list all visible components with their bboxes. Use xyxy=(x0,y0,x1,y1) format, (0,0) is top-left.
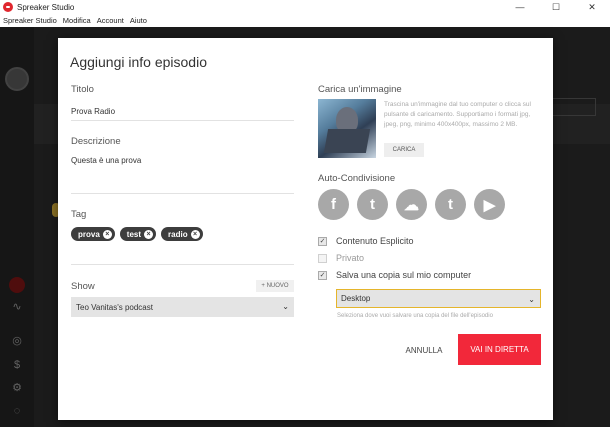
facebook-icon[interactable]: f xyxy=(318,189,349,220)
chevron-down-icon: ⌄ xyxy=(282,302,289,311)
menu-spreaker-studio[interactable]: Spreaker Studio xyxy=(3,16,57,25)
close-button[interactable]: ✕ xyxy=(574,0,610,14)
go-live-button[interactable]: VAI IN DIRETTA xyxy=(458,334,541,365)
remove-tag-icon[interactable]: × xyxy=(190,229,200,239)
tag-label: radio xyxy=(168,229,188,239)
maximize-button[interactable]: ☐ xyxy=(538,0,574,14)
menu-aiuto[interactable]: Aiuto xyxy=(130,16,147,25)
show-label: Show xyxy=(71,281,95,292)
save-copy-label: Salva una copia sul mio computer xyxy=(336,270,472,280)
episode-image-thumbnail xyxy=(318,99,376,158)
show-selected-value: Teo Vanitas's podcast xyxy=(76,302,153,312)
menu-modifica[interactable]: Modifica xyxy=(63,16,91,25)
tag-label: prova xyxy=(78,229,100,239)
cancel-button[interactable]: ANNULLA xyxy=(401,343,447,357)
explicit-option[interactable]: ✓ Contenuto Esplicito xyxy=(318,236,414,246)
social-share-buttons: f t ☁ t ▶ xyxy=(318,189,505,220)
save-copy-option[interactable]: ✓ Salva una copia sul mio computer xyxy=(318,270,471,280)
youtube-icon[interactable]: ▶ xyxy=(474,189,505,220)
private-option[interactable]: Privato xyxy=(318,253,364,263)
dialog-title: Aggiungi info episodio xyxy=(70,54,207,70)
tag-label: test xyxy=(126,229,142,239)
explicit-checkbox[interactable]: ✓ xyxy=(318,236,327,246)
upload-image-label: Carica un'immagine xyxy=(318,84,402,95)
show-select[interactable]: Teo Vanitas's podcast ⌄ xyxy=(71,297,294,317)
explicit-label: Contenuto Esplicito xyxy=(336,236,414,246)
private-checkbox[interactable] xyxy=(318,253,327,263)
save-location-value: Desktop xyxy=(341,294,371,303)
private-label: Privato xyxy=(336,253,365,263)
tag-prova: prova × xyxy=(71,227,115,241)
tags-label: Tag xyxy=(71,209,87,220)
tag-list: prova × test × radio × xyxy=(71,227,203,241)
description-label: Descrizione xyxy=(71,136,121,147)
chevron-down-icon: ⌄ xyxy=(528,295,535,304)
tags-underline xyxy=(71,264,294,265)
window-controls: — ☐ ✕ xyxy=(502,0,610,14)
title-underline xyxy=(71,120,294,121)
upload-button[interactable]: CARICA xyxy=(384,143,424,157)
spreaker-logo-icon xyxy=(3,2,13,12)
description-underline xyxy=(71,193,294,194)
save-location-select[interactable]: Desktop ⌄ xyxy=(336,289,541,308)
remove-tag-icon[interactable]: × xyxy=(144,229,154,239)
window-title: Spreaker Studio xyxy=(17,2,75,12)
tumblr-icon[interactable]: t xyxy=(435,189,466,220)
title-label: Titolo xyxy=(71,84,94,95)
episode-info-dialog: Aggiungi info episodio Titolo Prova Radi… xyxy=(58,38,553,420)
tag-test: test × xyxy=(119,227,157,241)
soundcloud-icon[interactable]: ☁ xyxy=(396,189,427,220)
save-location-hint: Seleziona dove vuoi salvare una copia de… xyxy=(337,313,493,319)
minimize-button[interactable]: — xyxy=(502,0,538,14)
menu-bar: Spreaker Studio Modifica Account Aiuto xyxy=(0,14,610,27)
description-input[interactable]: Questa è una prova xyxy=(71,156,141,165)
autoshare-label: Auto-Condivisione xyxy=(318,173,396,184)
save-copy-checkbox[interactable]: ✓ xyxy=(318,270,327,280)
new-show-button[interactable]: + NUOVO xyxy=(256,280,294,292)
title-bar: Spreaker Studio — ☐ ✕ xyxy=(0,0,610,14)
menu-account[interactable]: Account xyxy=(97,16,124,25)
remove-tag-icon[interactable]: × xyxy=(102,229,112,239)
upload-description: Trascina un'immagine dal tuo computer o … xyxy=(384,101,531,128)
title-input[interactable]: Prova Radio xyxy=(71,107,115,116)
twitter-icon[interactable]: t xyxy=(357,189,388,220)
tag-radio: radio × xyxy=(161,227,203,241)
